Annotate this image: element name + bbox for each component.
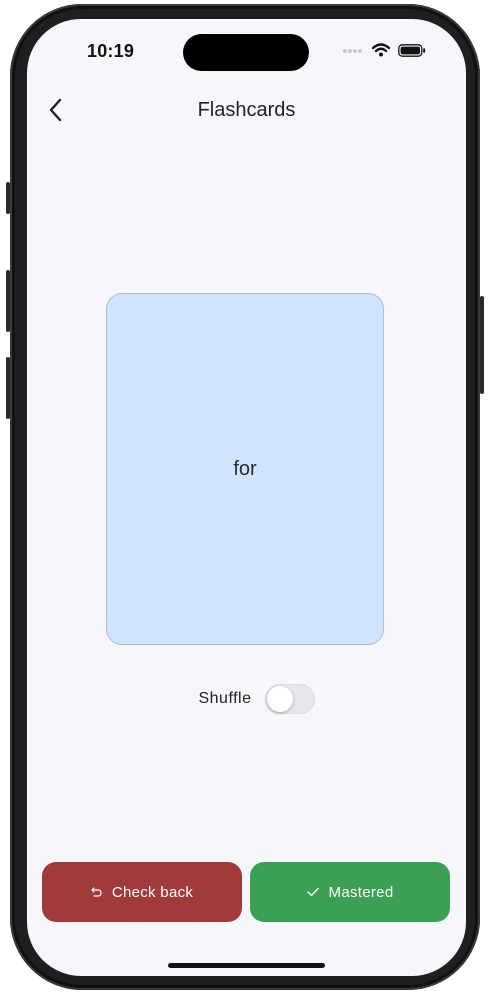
shuffle-toggle[interactable] [264,684,315,714]
volume-up-button [6,270,10,332]
status-icons [342,43,426,57]
mastered-button[interactable]: Mastered [250,862,450,922]
flashcard-text: for [233,457,257,480]
home-indicator[interactable] [168,963,325,968]
undo-icon [91,887,102,897]
app-screen: 10:19 Flashcards for Shuffle Check back … [27,19,466,976]
volume-down-button [6,357,10,419]
toggle-knob [266,686,293,712]
wifi-icon [372,43,390,57]
check-icon [306,887,319,897]
dynamic-island [183,34,309,71]
action-side-button [6,182,10,214]
battery-icon [398,43,426,57]
mastered-label: Mastered [328,883,394,901]
check-back-button[interactable]: Check back [42,862,242,922]
power-button [480,296,484,394]
shuffle-row: Shuffle [27,684,466,714]
check-back-label: Check back [111,883,194,901]
page-title: Flashcards [197,99,296,121]
signal-icon [343,49,362,53]
status-time: 10:19 [87,41,135,61]
shuffle-label: Shuffle [198,690,252,707]
flashcard[interactable]: for [106,293,384,645]
